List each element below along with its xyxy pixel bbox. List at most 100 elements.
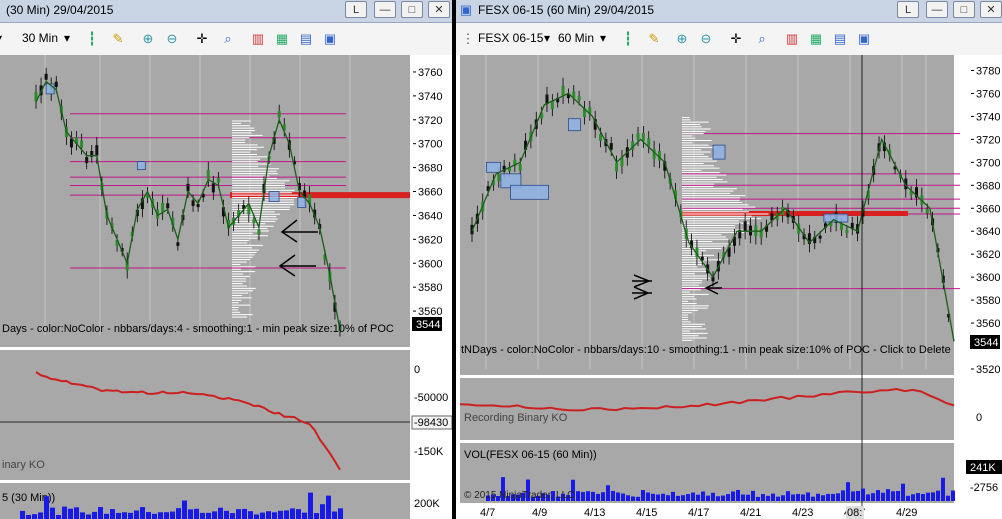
magnifier-icon[interactable]: ⌕ bbox=[220, 31, 236, 47]
left-instrument-dropdown-arrow[interactable]: ▾ bbox=[0, 31, 2, 45]
candle-body bbox=[647, 138, 651, 147]
volume-bar bbox=[158, 512, 163, 519]
volume-bar bbox=[32, 514, 37, 519]
zoom-in-icon-right[interactable]: ⊕ bbox=[674, 31, 690, 47]
left-minimize-button[interactable]: — bbox=[374, 1, 396, 18]
left-titlebar[interactable]: (30 Min) 29/04/2015 L — □ ✕ bbox=[0, 0, 452, 23]
left-ko-value: -98430 bbox=[414, 417, 448, 429]
right-ko-tick: 0 bbox=[976, 412, 982, 424]
crosshair-icon[interactable]: ✛ bbox=[194, 31, 210, 47]
price-tick-label: 3600 bbox=[976, 272, 1000, 284]
left-ko-tick-2: -150K bbox=[414, 446, 444, 458]
left-interval-selector[interactable]: 30 Min bbox=[22, 31, 58, 45]
volume-bar bbox=[911, 494, 915, 501]
right-ko-label: Recording Binary KO bbox=[464, 412, 568, 424]
right-instrument-selector[interactable]: FESX 06-15 bbox=[478, 31, 543, 45]
left-indicator-label[interactable]: Days - color:NoColor - nbbars/days:4 - s… bbox=[2, 323, 394, 335]
indicators-icon-right[interactable]: ▥ bbox=[784, 31, 800, 47]
volume-bar bbox=[110, 509, 115, 519]
cursor-date-label: 08: bbox=[847, 507, 862, 519]
volume-bar bbox=[62, 506, 67, 519]
volume-bar bbox=[248, 511, 253, 519]
link-button-right[interactable]: L bbox=[897, 1, 919, 18]
price-tick-label: 3700 bbox=[418, 139, 442, 151]
volume-bar bbox=[20, 510, 25, 519]
price-tick-label: 3720 bbox=[976, 134, 1000, 146]
volume-bar bbox=[591, 491, 595, 501]
volume-bar bbox=[164, 512, 169, 519]
price-tick-label: 3720 bbox=[418, 115, 442, 127]
right-interval-dropdown-arrow[interactable]: ▾ bbox=[600, 31, 606, 45]
crosshair-icon-right[interactable]: ✛ bbox=[728, 31, 744, 47]
left-last-price: 3544 bbox=[416, 319, 440, 331]
data-box-icon-right[interactable]: ▣ bbox=[856, 31, 872, 47]
volume-bar bbox=[212, 511, 217, 519]
link-button[interactable]: L bbox=[345, 1, 367, 18]
volume-bar bbox=[681, 495, 685, 501]
left-chart-canvas[interactable]: 3760 3740 3720 3700 3680 3660 3640 3620 3600 3580… bbox=[0, 55, 452, 519]
volume-bar bbox=[272, 512, 277, 519]
zoom-out-icon[interactable]: ⊖ bbox=[164, 31, 180, 47]
price-tick-label: 3580 bbox=[418, 282, 442, 294]
left-interval-dropdown-arrow[interactable]: ▾ bbox=[64, 31, 70, 45]
right-instrument-dropdown-arrow[interactable]: ▾ bbox=[544, 31, 550, 45]
volume-bar bbox=[50, 507, 55, 519]
volume-bar bbox=[236, 509, 241, 519]
pencil-icon-right[interactable]: ✎ bbox=[646, 31, 662, 47]
volume-bar bbox=[886, 489, 890, 501]
candle-body bbox=[191, 200, 195, 206]
volume-bar bbox=[278, 510, 283, 519]
volume-bar bbox=[611, 490, 615, 501]
zoom-in-icon[interactable]: ⊕ bbox=[140, 31, 156, 47]
volume-bar bbox=[901, 483, 905, 501]
indicators-icon[interactable]: ▥ bbox=[250, 31, 266, 47]
date-tick-label: 4/21 bbox=[740, 507, 761, 519]
volume-bar bbox=[701, 491, 705, 501]
zoom-out-icon-right[interactable]: ⊖ bbox=[698, 31, 714, 47]
volume-bar bbox=[706, 495, 710, 501]
pencil-icon[interactable]: ✎ bbox=[110, 31, 126, 47]
volume-bar bbox=[621, 493, 625, 501]
volume-bar bbox=[200, 512, 205, 519]
bar-type-icon[interactable]: ┇ bbox=[84, 31, 100, 47]
volume-bar bbox=[116, 512, 121, 519]
volume-bar bbox=[841, 490, 845, 501]
right-indicator-label[interactable]: tNDays - color:NoColor - nbbars/days:10 … bbox=[461, 344, 951, 356]
price-tick-label: 3520 bbox=[976, 364, 1000, 376]
copyright-text: © 2015 NinjaTrader, LLC bbox=[464, 490, 574, 501]
volume-bar bbox=[92, 511, 97, 519]
candle-body bbox=[44, 73, 48, 80]
price-tick-label: 3640 bbox=[976, 226, 1000, 238]
candle-body bbox=[818, 235, 822, 239]
strategies-icon-right[interactable]: ▦ bbox=[808, 31, 824, 47]
right-titlebar[interactable]: ▣ FESX 06-15 (60 Min) 29/04/2015 L — □ ✕ bbox=[456, 0, 1002, 23]
strategies-icon[interactable]: ▦ bbox=[274, 31, 290, 47]
volume-bar bbox=[631, 496, 635, 501]
right-chart-canvas[interactable]: 3780 3760 3740 3720 3700 3680 3660 3640 3620 3600… bbox=[456, 55, 1002, 519]
volume-bar bbox=[98, 507, 103, 519]
volume-bar bbox=[896, 491, 900, 501]
right-close-button[interactable]: ✕ bbox=[980, 1, 1002, 18]
volume-bar bbox=[332, 511, 337, 519]
volume-bar bbox=[721, 495, 725, 501]
left-maximize-button[interactable]: □ bbox=[401, 1, 423, 18]
volume-bar bbox=[601, 492, 605, 501]
right-toolbar: ⋮ FESX 06-15 ▾ 60 Min ▾ ┇ ✎ ⊕ ⊖ ✛ ⌕ ▥ ▦ … bbox=[456, 23, 1002, 56]
right-minimize-button[interactable]: — bbox=[926, 1, 948, 18]
data-box-icon[interactable]: ▣ bbox=[322, 31, 338, 47]
chart-properties-icon-right[interactable]: ▤ bbox=[832, 31, 848, 47]
volume-bar bbox=[876, 490, 880, 501]
bar-type-icon-right[interactable]: ┇ bbox=[620, 31, 636, 47]
candle-body bbox=[743, 221, 747, 232]
candle-body bbox=[609, 143, 613, 150]
right-interval-selector[interactable]: 60 Min bbox=[558, 31, 594, 45]
left-close-button[interactable]: ✕ bbox=[428, 1, 450, 18]
right-maximize-button[interactable]: □ bbox=[953, 1, 975, 18]
chart-properties-icon[interactable]: ▤ bbox=[298, 31, 314, 47]
right-chart-window[interactable]: ▣ FESX 06-15 (60 Min) 29/04/2015 L — □ ✕… bbox=[456, 0, 1002, 519]
volume-bar bbox=[651, 493, 655, 501]
date-tick-label: 4/29 bbox=[896, 507, 917, 519]
magnifier-icon-right[interactable]: ⌕ bbox=[754, 31, 770, 47]
left-chart-window[interactable]: (30 Min) 29/04/2015 L — □ ✕ ▾ 30 Min ▾ ┇… bbox=[0, 0, 452, 519]
volume-bar bbox=[314, 513, 319, 519]
